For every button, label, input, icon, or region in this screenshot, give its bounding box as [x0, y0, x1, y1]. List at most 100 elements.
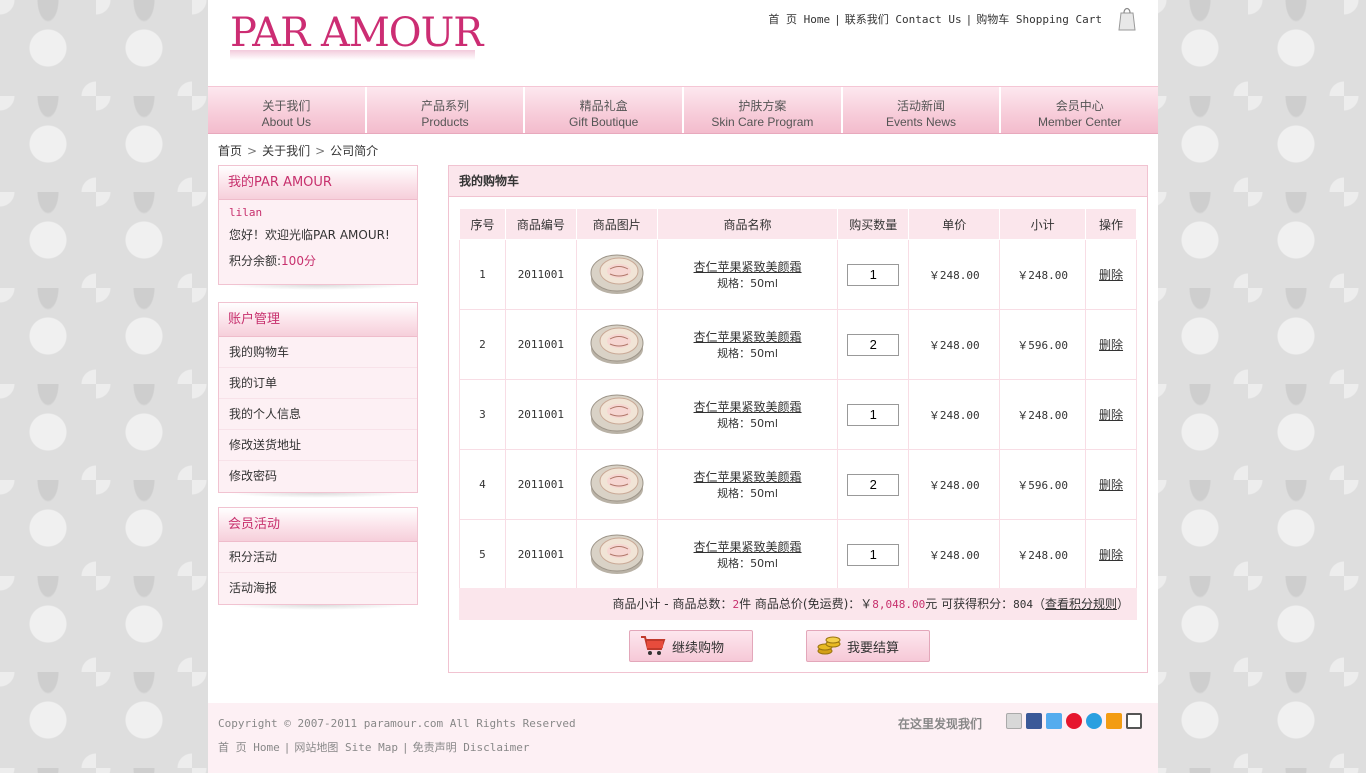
sidebar-item-change-password[interactable]: 修改密码 — [219, 461, 417, 492]
action-cell: 删除 — [1085, 519, 1137, 590]
sidebar-item-activity-poster[interactable]: 活动海报 — [219, 573, 417, 604]
quantity-input[interactable] — [847, 543, 900, 566]
row-index: 4 — [459, 449, 506, 520]
table-header-row: 序号 商品编号 商品图片 商品名称 购买数量 单价 小计 操作 — [459, 208, 1137, 240]
product-name-link[interactable]: 杏仁苹果紧致美颜霜 — [658, 468, 838, 485]
delete-link[interactable]: 删除 — [1099, 408, 1123, 422]
summary-paren: ） — [1116, 597, 1129, 611]
footer-link-home[interactable]: 首 页 Home — [218, 741, 280, 754]
separator: | — [283, 741, 291, 754]
sidebar-item-edit-address[interactable]: 修改送货地址 — [219, 430, 417, 461]
nav-skin-care-program[interactable]: 护肤方案 Skin Care Program — [684, 87, 843, 133]
breadcrumb-home[interactable]: 首页 — [218, 144, 242, 158]
product-name-cell: 杏仁苹果紧致美颜霜规格：50ml — [657, 449, 839, 520]
sidebar-account-box: 账户管理 我的购物车 我的订单 我的个人信息 修改送货地址 修改密码 — [218, 302, 418, 498]
product-name-link[interactable]: 杏仁苹果紧致美颜霜 — [658, 258, 838, 275]
product-name-link[interactable]: 杏仁苹果紧致美颜霜 — [658, 398, 838, 415]
product-spec: 规格：50ml — [717, 487, 778, 500]
separator: | — [401, 741, 409, 754]
footer-links: 首 页 Home | 网站地图 Site Map | 免责声明 Disclaimer — [218, 739, 529, 755]
row-index: 1 — [459, 239, 506, 310]
sidebar-item-my-info[interactable]: 我的个人信息 — [219, 399, 417, 430]
subtotal: ￥596.00 — [999, 449, 1087, 520]
column-header: 商品名称 — [656, 208, 839, 240]
product-image-cell[interactable] — [576, 379, 658, 450]
unit-price: ￥248.00 — [908, 239, 1001, 310]
sidebar-item-my-orders[interactable]: 我的订单 — [219, 368, 417, 399]
sidebar-item-my-cart[interactable]: 我的购物车 — [219, 337, 417, 368]
subtotal: ￥596.00 — [999, 309, 1087, 380]
social-icons — [1006, 713, 1142, 729]
rss-icon[interactable] — [1106, 713, 1122, 729]
nav-events-news[interactable]: 活动新闻 Events News — [843, 87, 1002, 133]
weibo-icon[interactable] — [1066, 713, 1082, 729]
tencent-weibo-icon[interactable] — [1086, 713, 1102, 729]
product-spec: 规格：50ml — [717, 277, 778, 290]
top-link-home[interactable]: 首 页 Home — [768, 13, 830, 26]
separator: | — [965, 13, 973, 26]
checkout-button[interactable]: 我要结算 — [806, 630, 930, 662]
footer-link-sitemap[interactable]: 网站地图 Site Map — [294, 741, 398, 754]
product-image-cell[interactable] — [576, 519, 658, 590]
table-row: 22011001 杏仁苹果紧致美颜霜规格：50ml ￥248.00￥596.00 删除 — [459, 309, 1137, 380]
summary-total: 8,048.00 — [872, 598, 926, 611]
email-icon[interactable] — [1006, 713, 1022, 729]
points-value: 100分 — [281, 254, 316, 268]
nav-gift-boutique[interactable]: 精品礼盒 Gift Boutique — [525, 87, 685, 133]
breadcrumb: 首页 > 关于我们 > 公司简介 — [218, 142, 378, 159]
nav-label-en: Events News — [886, 115, 957, 129]
nav-label-en: About Us — [261, 115, 312, 129]
summary-count-unit: 件 商品总价(免运费)：￥ — [739, 597, 873, 611]
facebook-icon[interactable] — [1026, 713, 1042, 729]
product-image-cell[interactable] — [576, 309, 658, 380]
quantity-input[interactable] — [847, 473, 900, 496]
print-icon[interactable] — [1126, 713, 1142, 729]
delete-link[interactable]: 删除 — [1099, 338, 1123, 352]
product-spec: 规格：50ml — [717, 347, 778, 360]
quantity-cell — [837, 449, 910, 520]
product-image-cell[interactable] — [576, 449, 658, 520]
find-us-label: 在这里发现我们 — [898, 717, 983, 731]
action-cell: 删除 — [1085, 379, 1137, 450]
continue-shopping-button[interactable]: 继续购物 — [629, 630, 753, 662]
breadcrumb-about[interactable]: 关于我们 — [262, 144, 310, 158]
action-cell: 删除 — [1085, 449, 1137, 520]
column-header: 序号 — [459, 208, 506, 240]
table-row: 42011001 杏仁苹果紧致美颜霜规格：50ml ￥248.00￥596.00 删除 — [459, 449, 1137, 520]
logo-reflection — [230, 50, 475, 60]
main-nav: 关于我们 About Us 产品系列 Products 精品礼盒 Gift Bouti… — [208, 86, 1158, 134]
nav-label-en: Member Center — [1038, 115, 1122, 129]
subtotal: ￥248.00 — [999, 379, 1087, 450]
product-name-link[interactable]: 杏仁苹果紧致美颜霜 — [658, 328, 838, 345]
shopping-cart-panel: 我的购物车 序号 商品编号 商品图片 商品名称 购买数量 单价 小计 操作 12… — [448, 165, 1148, 673]
points-rules-link[interactable]: 查看积分规则 — [1045, 597, 1117, 611]
separator: | — [834, 13, 841, 26]
twitter-icon[interactable] — [1046, 713, 1062, 729]
delete-link[interactable]: 删除 — [1099, 268, 1123, 282]
cart-summary: 商品小计 - 商品总数：2件 商品总价(免运费)：￥8,048.00元 可获得积… — [459, 588, 1137, 620]
top-link-contact[interactable]: 联系我们 Contact Us — [845, 13, 962, 26]
action-cell: 删除 — [1085, 309, 1137, 380]
column-header: 商品图片 — [575, 208, 658, 240]
product-image-cell[interactable] — [576, 239, 658, 310]
nav-member-center[interactable]: 会员中心 Member Center — [1001, 87, 1158, 133]
quantity-input[interactable] — [847, 263, 900, 286]
delete-link[interactable]: 删除 — [1099, 548, 1123, 562]
column-header: 商品编号 — [504, 208, 577, 240]
shopping-bag-icon[interactable] — [1118, 5, 1136, 31]
quantity-input[interactable] — [847, 403, 900, 426]
product-image — [590, 464, 644, 504]
top-link-cart[interactable]: 购物车 Shopping Cart — [976, 13, 1102, 26]
column-header: 单价 — [908, 208, 1001, 240]
footer-link-disclaimer[interactable]: 免责声明 Disclaimer — [413, 741, 530, 754]
nav-products[interactable]: 产品系列 Products — [367, 87, 526, 133]
nav-about-us[interactable]: 关于我们 About Us — [208, 87, 367, 133]
delete-link[interactable]: 删除 — [1099, 478, 1123, 492]
product-name-cell: 杏仁苹果紧致美颜霜规格：50ml — [657, 239, 839, 310]
quantity-input[interactable] — [847, 333, 900, 356]
product-name-link[interactable]: 杏仁苹果紧致美颜霜 — [658, 538, 838, 555]
summary-total-unit: 元 可获得积分： — [925, 597, 1014, 611]
product-image — [590, 254, 644, 294]
sidebar-item-points-activity[interactable]: 积分活动 — [219, 542, 417, 573]
cart-title: 我的购物车 — [449, 166, 1147, 197]
